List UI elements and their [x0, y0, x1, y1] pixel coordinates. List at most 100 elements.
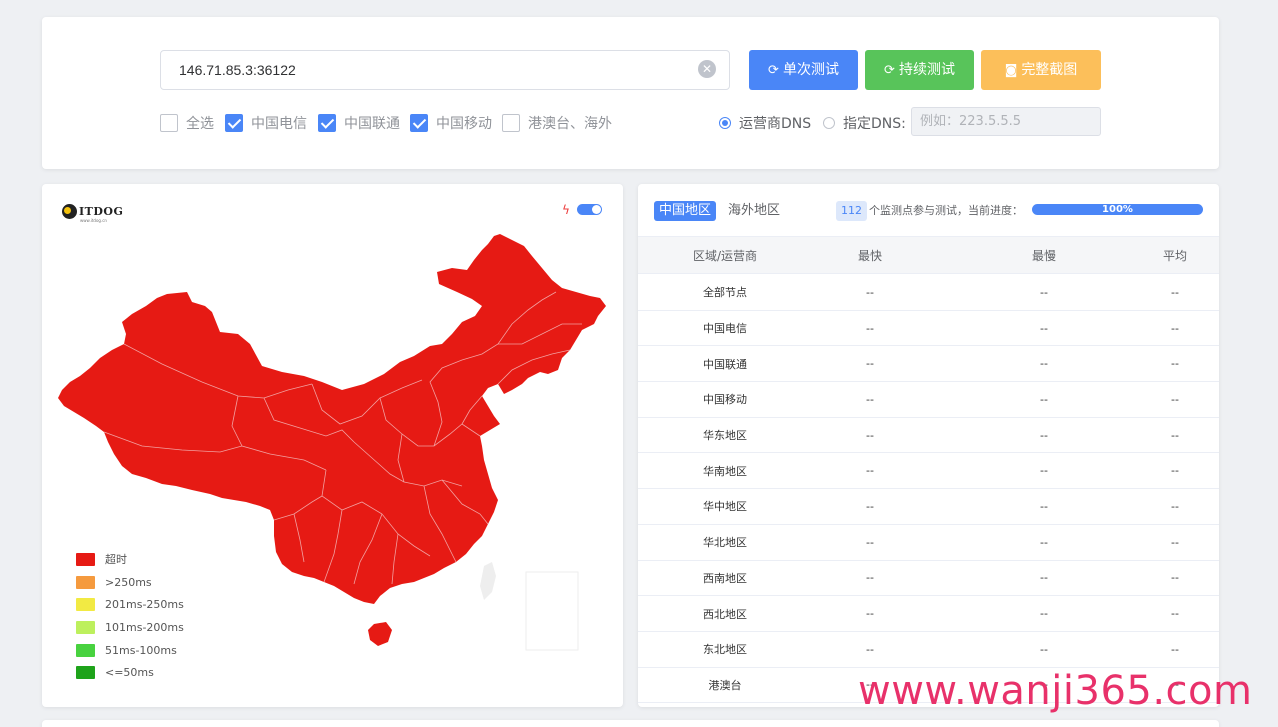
logo-text: ITDOG: [79, 205, 124, 218]
radio-dot[interactable]: [823, 117, 835, 129]
row-fastest-cell: --: [866, 607, 874, 621]
row-region-cell: 全部节点: [703, 286, 747, 300]
checkbox-select-all[interactable]: 全选: [160, 113, 214, 133]
row-region-cell: 港澳台: [708, 678, 742, 692]
screenshot-label: 完整截图: [1021, 62, 1078, 78]
legend-label: <=50ms: [105, 666, 154, 680]
row-fastest-cell: --: [866, 571, 874, 585]
row-fastest-cell: --: [866, 535, 874, 549]
checkbox-overseas[interactable]: 港澳台、海外: [502, 113, 612, 133]
results-panel: 中国地区 海外地区 112 个监测点参与测试，当前进度： 100% 区域/运营商…: [638, 184, 1219, 707]
row-slowest-cell: --: [1040, 285, 1048, 299]
table-row: 中国电信 -- -- --: [638, 311, 1219, 347]
checkbox-box[interactable]: [225, 114, 243, 132]
screenshot-button[interactable]: ◙ 完整截图: [981, 50, 1101, 90]
row-slowest-cell: --: [1040, 357, 1048, 371]
checkbox-label: 全选: [186, 116, 214, 132]
hainan-shape: [368, 622, 392, 646]
radio-custom-dns[interactable]: 指定DNS:: [823, 113, 906, 133]
checkbox-label: 中国联通: [344, 116, 400, 132]
table-row: 西南地区 -- -- --: [638, 561, 1219, 597]
row-average-cell: --: [1171, 571, 1179, 585]
legend-swatch: [76, 598, 95, 612]
legend-item: 超时: [76, 548, 184, 571]
row-slowest-cell: --: [1040, 464, 1048, 478]
legend-item: 51ms-100ms: [76, 639, 184, 662]
continuous-test-label: 持续测试: [898, 62, 955, 78]
legend-swatch: [76, 552, 95, 566]
checkbox-unicom[interactable]: 中国联通: [318, 113, 400, 133]
single-test-button[interactable]: ⟳ 单次测试: [749, 50, 858, 90]
watermark-text: www.wanji365.com: [858, 668, 1253, 714]
continuous-test-button[interactable]: ⟳ 持续测试: [865, 50, 974, 90]
legend-label: 51ms-100ms: [105, 643, 177, 657]
legend-item: 101ms-200ms: [76, 616, 184, 639]
row-region-cell: 华东地区: [703, 429, 747, 443]
tab-china-region[interactable]: 中国地区: [654, 201, 717, 221]
clear-icon[interactable]: ✕: [698, 60, 716, 78]
row-slowest-cell: --: [1040, 499, 1048, 513]
target-address-input[interactable]: 146.71.85.3:36122: [160, 50, 730, 90]
column-header-slowest: 最慢: [1031, 248, 1056, 263]
bolt-icon: ϟ: [562, 203, 570, 217]
row-fastest-cell: --: [866, 285, 874, 299]
legend-item: <=50ms: [76, 661, 184, 684]
legend-swatch: [76, 666, 95, 680]
row-region-cell: 华南地区: [703, 464, 747, 478]
checkbox-box[interactable]: [502, 114, 520, 132]
radio-dot[interactable]: [719, 117, 731, 129]
south-sea-inset: [525, 571, 579, 651]
checkbox-mobile[interactable]: 中国移动: [410, 113, 492, 133]
map-toggle-switch[interactable]: [577, 204, 602, 215]
row-slowest-cell: --: [1040, 392, 1048, 406]
row-fastest-cell: --: [866, 428, 874, 442]
radio-label: 运营商DNS: [739, 116, 812, 132]
checkbox-box[interactable]: [160, 114, 178, 132]
row-average-cell: --: [1171, 499, 1179, 513]
row-average-cell: --: [1171, 428, 1179, 442]
checkbox-box[interactable]: [410, 114, 428, 132]
legend-swatch: [76, 575, 95, 589]
refresh-icon: ⟳: [884, 63, 895, 78]
row-region-cell: 中国电信: [703, 322, 747, 336]
legend-item: >250ms: [76, 571, 184, 594]
progress-label: 100%: [1102, 204, 1133, 215]
row-region-cell: 东北地区: [703, 643, 747, 657]
test-progress-bar: 100%: [1032, 204, 1203, 215]
checkbox-box[interactable]: [318, 114, 336, 132]
row-average-cell: --: [1171, 535, 1179, 549]
row-fastest-cell: --: [866, 392, 874, 406]
refresh-icon: ⟳: [768, 63, 779, 78]
latency-legend: 超时 >250ms 201ms-250ms 101ms-200ms 51ms-1…: [76, 548, 184, 684]
single-test-label: 单次测试: [782, 62, 839, 78]
logo-subtitle: www.itdog.cn: [80, 218, 107, 223]
row-average-cell: --: [1171, 392, 1179, 406]
row-fastest-cell: --: [866, 357, 874, 371]
legend-item: 201ms-250ms: [76, 593, 184, 616]
table-row: 华南地区 -- -- --: [638, 453, 1219, 490]
custom-dns-input[interactable]: 例如：223.5.5.5: [911, 107, 1101, 136]
checkbox-telecom[interactable]: 中国电信: [225, 113, 307, 133]
camera-icon: ◙: [1004, 63, 1018, 78]
table-row: 华北地区 -- -- --: [638, 525, 1219, 561]
table-row: 华中地区 -- -- --: [638, 489, 1219, 525]
row-region-cell: 中国移动: [703, 393, 747, 407]
row-average-cell: --: [1171, 607, 1179, 621]
radio-isp-dns[interactable]: 运营商DNS: [719, 113, 811, 133]
table-row: 中国联通 -- -- --: [638, 346, 1219, 383]
map-panel: ITDOG www.itdog.cn ϟ 超时 >250ms 201ms-250…: [42, 184, 623, 707]
row-average-cell: --: [1171, 321, 1179, 335]
row-region-cell: 华中地区: [703, 500, 747, 514]
dog-logo-icon: [62, 204, 77, 219]
legend-swatch: [76, 643, 95, 657]
row-slowest-cell: --: [1040, 428, 1048, 442]
row-fastest-cell: --: [866, 321, 874, 335]
checkbox-label: 港澳台、海外: [528, 116, 612, 132]
row-region-cell: 华北地区: [703, 536, 747, 550]
bottom-panel: [42, 720, 1219, 727]
legend-swatch: [76, 620, 95, 634]
row-slowest-cell: --: [1040, 321, 1048, 335]
row-average-cell: --: [1171, 285, 1179, 299]
tab-overseas-region[interactable]: 海外地区: [723, 201, 785, 221]
table-row: 东北地区 -- -- --: [638, 632, 1219, 668]
